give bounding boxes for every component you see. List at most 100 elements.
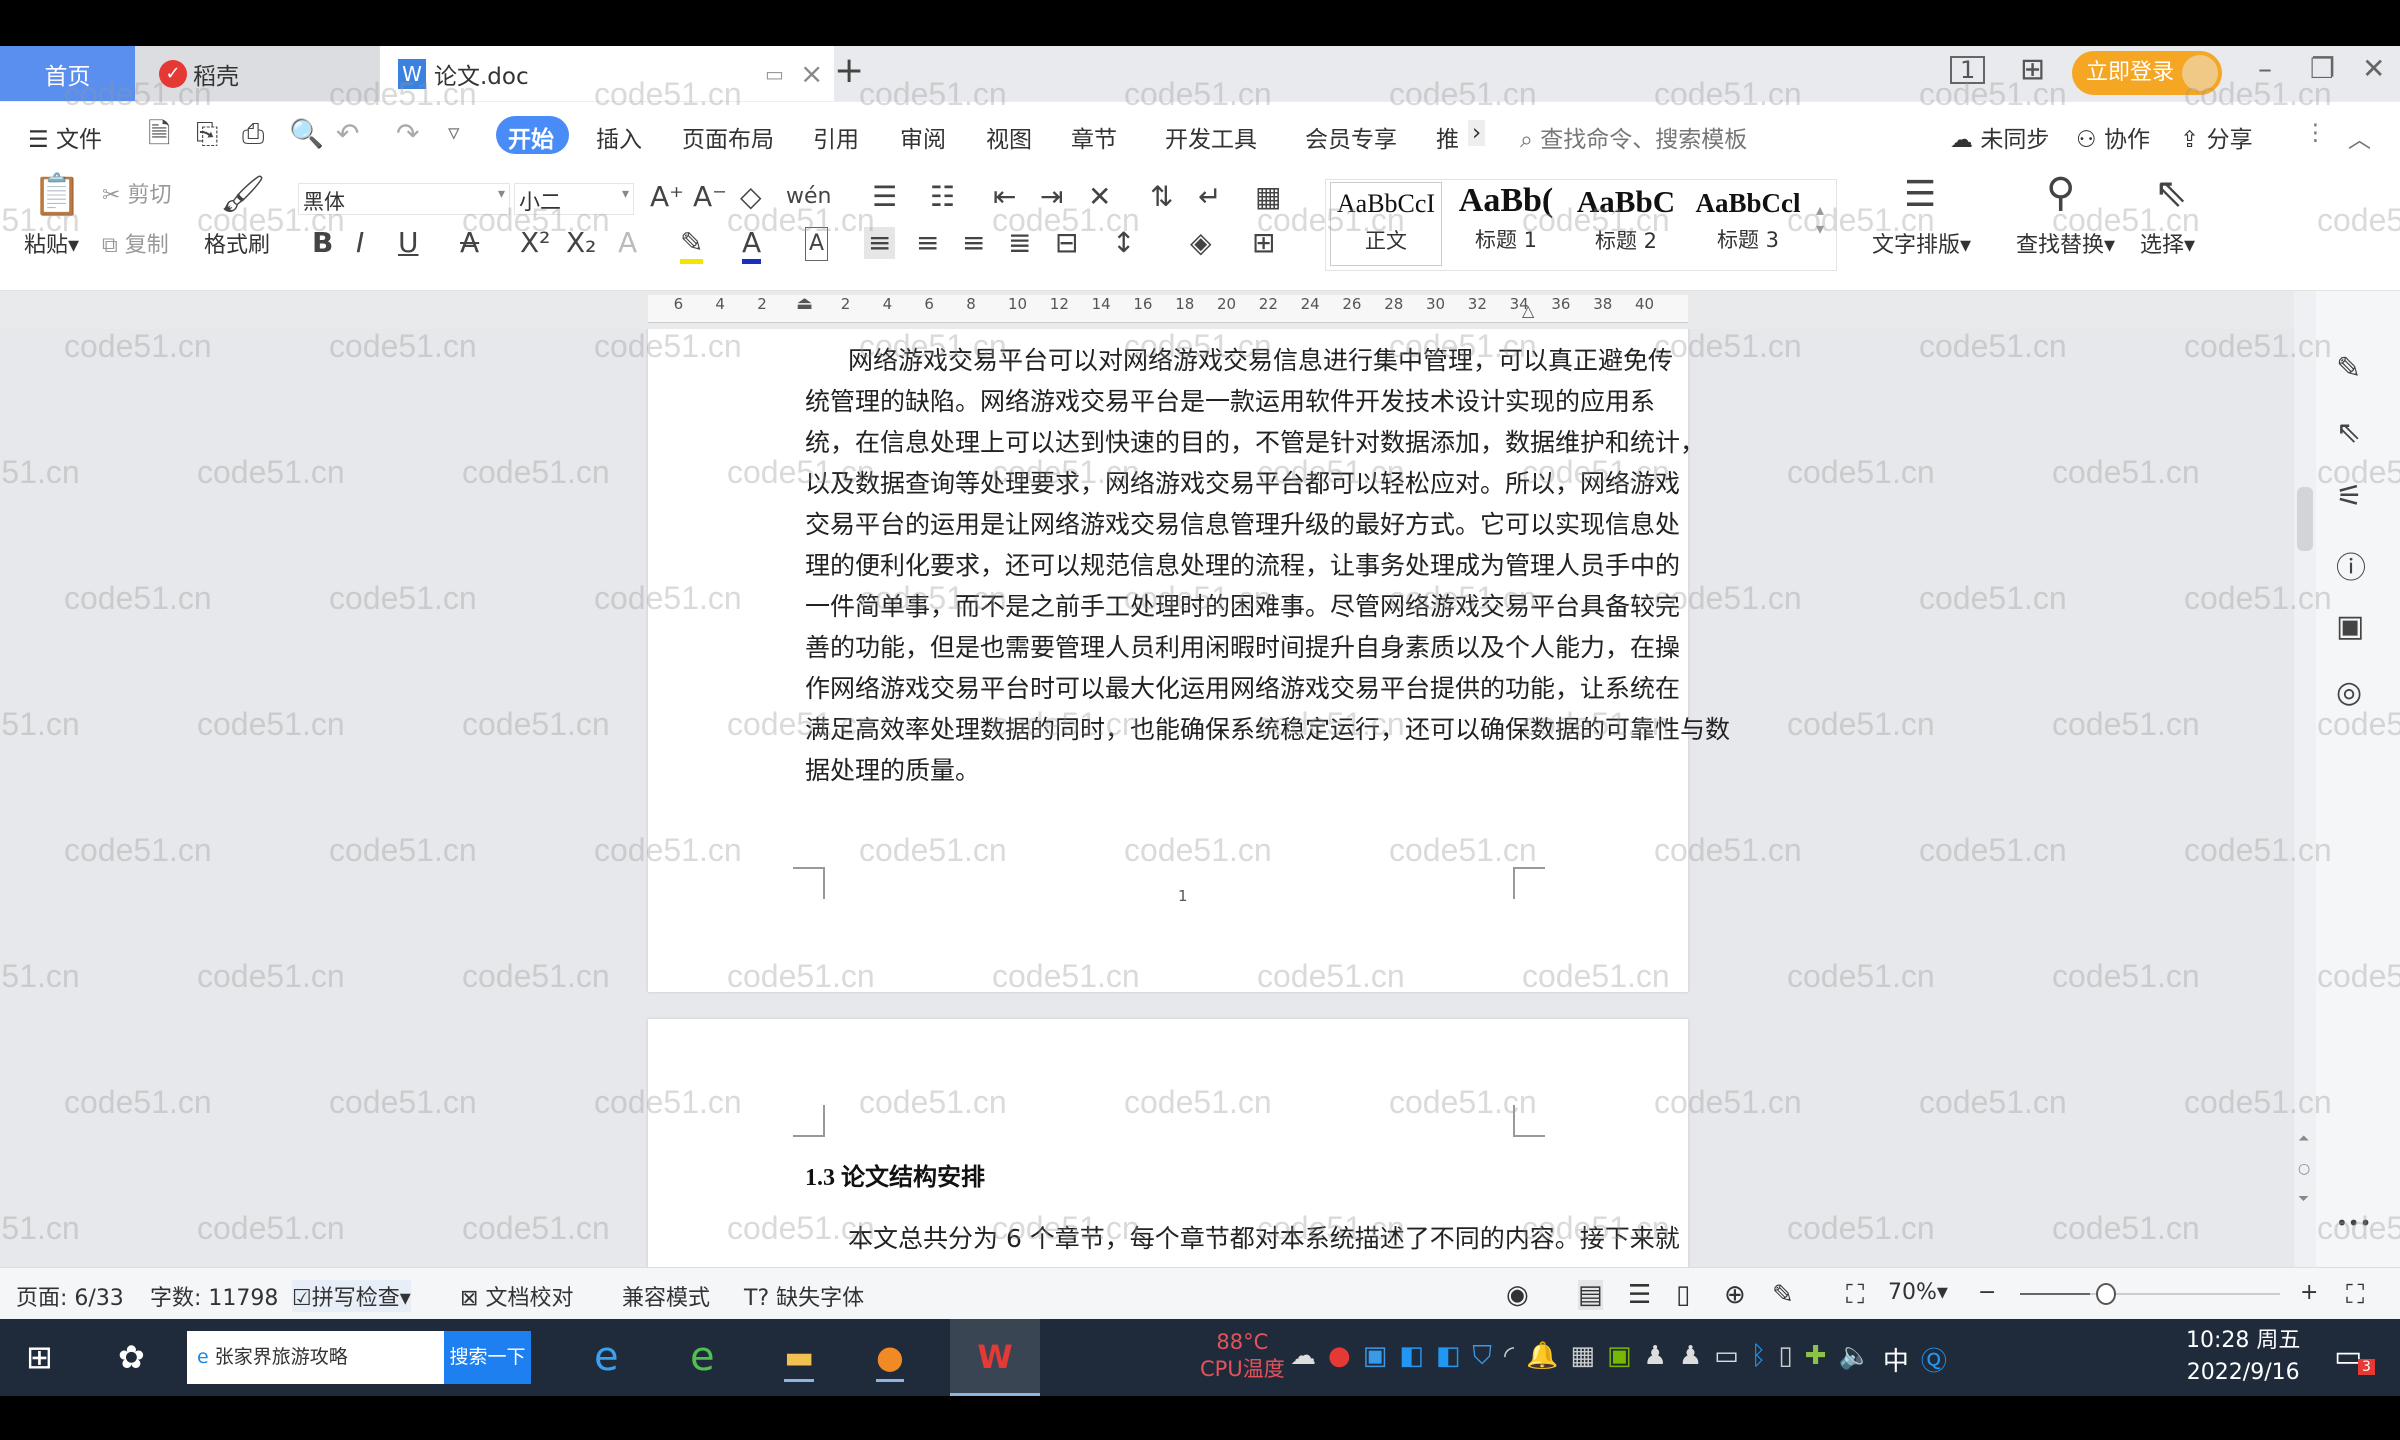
print-preview-icon[interactable]: 🔍 [289, 118, 324, 150]
collapse-ribbon-icon[interactable]: ︿ [2348, 120, 2371, 154]
help-icon[interactable]: ⓘ [2336, 543, 2366, 587]
file-explorer-icon[interactable]: ▬ [784, 1335, 815, 1382]
clear-format-icon[interactable]: ◇ [740, 181, 762, 213]
usb-icon[interactable]: ▯ [1778, 1341, 1792, 1378]
format-painter-button[interactable]: 格式刷 [204, 231, 270, 261]
subscript-icon[interactable]: X₂ [566, 227, 596, 259]
line-spacing-icon[interactable]: ↕ [1112, 227, 1135, 259]
wps-taskbar-icon[interactable]: W [950, 1319, 1040, 1396]
char-border-icon[interactable]: A [805, 227, 829, 261]
shrink-font-icon[interactable]: A⁻ [693, 181, 727, 213]
prev-page-icon[interactable]: ⏶ [2298, 1131, 2309, 1147]
borders-icon[interactable]: ⊞ [1252, 227, 1275, 259]
tab-start[interactable]: 开始 [508, 120, 554, 154]
qq-icon[interactable]: ♟ [1679, 1341, 1702, 1378]
bullet-list-icon[interactable]: ☰ [872, 181, 897, 213]
page-1[interactable]: 网络游戏交易平台可以对网络游戏交易信息进行集中管理，可以真正避免传 统管理的缺陷。… [648, 329, 1730, 992]
style-heading-3[interactable]: AaBbCcl 标题 3 [1686, 182, 1810, 266]
page-indicator[interactable]: 页面: 6/33 [16, 1280, 124, 1312]
volume-icon[interactable]: 🔈 [1838, 1341, 1870, 1378]
sync-button[interactable]: ☁ 未同步 [1950, 120, 2049, 154]
scrollbar-thumb[interactable] [2297, 487, 2313, 551]
tray-app-icon[interactable]: ◧ [1399, 1341, 1424, 1378]
sort-icon[interactable]: ⇅ [1150, 181, 1173, 213]
bell-icon[interactable]: 🔔 [1526, 1341, 1558, 1378]
text-layout-icon[interactable]: ☰ [1904, 177, 1936, 213]
web-view-icon[interactable]: ⊕ [1724, 1280, 1746, 1310]
zoom-in-button[interactable]: + [2300, 1280, 2318, 1305]
style-heading-1[interactable]: AaBb( 标题 1 [1446, 182, 1566, 266]
new-tab-button[interactable]: + [834, 50, 864, 91]
select-browse-icon[interactable]: ○ [2298, 1161, 2310, 1177]
reading-view-icon[interactable]: ▯ [1676, 1280, 1690, 1310]
justify-icon[interactable]: ≣ [1008, 227, 1031, 259]
tray-app-icon[interactable]: ● [1328, 1341, 1351, 1378]
share-button[interactable]: ⇪ 分享 [2180, 120, 2253, 154]
start-menu-icon[interactable]: ⊞ [26, 1335, 53, 1379]
select-button[interactable]: 选择▾ [2140, 231, 2195, 261]
text-effect-icon[interactable]: A [618, 227, 637, 259]
layout-icon[interactable]: 1 [1950, 56, 1986, 84]
tab-references[interactable]: 引用 [813, 120, 859, 154]
decrease-indent-icon[interactable]: ⇤ [993, 181, 1016, 213]
font-name-select[interactable]: 黑体 ▾ [298, 183, 510, 215]
search-tray-icon[interactable]: Ⓠ [1921, 1341, 1947, 1378]
format-painter-icon[interactable]: 🖌 [220, 177, 266, 213]
increase-indent-icon[interactable]: ⇥ [1040, 181, 1063, 213]
customize-dropdown-icon[interactable]: ▿ [448, 120, 460, 146]
styles-scroll-icon[interactable]: ▴ ▾ [1816, 200, 1824, 238]
tray-app-icon[interactable]: ✚ [1805, 1341, 1827, 1378]
italic-icon[interactable]: I [356, 227, 364, 259]
pin-icon[interactable]: ▭ [765, 62, 784, 86]
shield-icon[interactable]: ⛉ [1472, 1341, 1492, 1378]
copy-button[interactable]: ⧉ 复制 [102, 231, 169, 261]
zoom-slider[interactable] [2020, 1283, 2280, 1305]
spell-check-button[interactable]: ☑拼写检查▾ [292, 1280, 411, 1312]
bold-icon[interactable]: B [312, 227, 333, 259]
360-browser-icon[interactable]: e [690, 1335, 715, 1379]
eye-protection-icon[interactable]: ◉ [1506, 1280, 1529, 1310]
export-pdf-icon[interactable]: ⎘ [196, 118, 218, 150]
file-menu[interactable]: ☰ 文件 [28, 120, 102, 154]
tab-home[interactable]: 首页 [0, 46, 135, 101]
zoom-select[interactable]: 70%▾ [1888, 1280, 1948, 1305]
more-options-icon[interactable]: ⋮ [2304, 120, 2327, 146]
shading-icon[interactable]: ◈ [1190, 227, 1212, 259]
nvidia-icon[interactable]: ▣ [1607, 1341, 1632, 1378]
battery-icon[interactable]: ▭ [1714, 1341, 1739, 1378]
redo-icon[interactable]: ↷ [396, 118, 419, 150]
command-search-input[interactable]: ⌕ 查找命令、搜索模板 [1520, 120, 1747, 154]
tab-insert[interactable]: 插入 [596, 120, 642, 154]
page-2[interactable]: 1.3 论文结构安排 本文总共分为 6 个章节，每个章节都对本系统描述了不同的内… [648, 1019, 1688, 1267]
apps-grid-icon[interactable]: ⊞ [2020, 52, 2045, 87]
next-page-icon[interactable]: ⏷ [2298, 1191, 2309, 1207]
tab-developer[interactable]: 开发工具 [1165, 120, 1257, 154]
font-color-icon[interactable]: A [742, 227, 762, 264]
tab-page-layout[interactable]: 页面布局 [682, 120, 774, 154]
align-center-icon[interactable]: ≡ [916, 227, 939, 259]
underline-icon[interactable]: U [398, 227, 419, 259]
write-mode-icon[interactable]: ✎ [1772, 1280, 1794, 1310]
tray-app-icon[interactable]: ▣ [1363, 1341, 1388, 1378]
tab-member[interactable]: 会员专享 [1305, 120, 1397, 154]
image-tools-icon[interactable]: ▣ [2336, 609, 2364, 644]
tab-chapter[interactable]: 章节 [1071, 120, 1117, 154]
close-window-button[interactable]: ✕ [2362, 52, 2385, 85]
zoom-slider-handle[interactable] [2096, 1283, 2116, 1305]
tab-review[interactable]: 审阅 [900, 120, 946, 154]
pen-icon[interactable]: ✎ [2336, 351, 2361, 386]
input-method-indicator[interactable]: 中 [1883, 1341, 1909, 1378]
missing-font-button[interactable]: T? 缺失字体 [744, 1280, 864, 1312]
bluetooth-icon[interactable]: ᛒ [1751, 1341, 1767, 1378]
horizontal-ruler[interactable]: ⏏ △ 6 4 2 2 4 6 8 10 12 14 16 18 20 22 24 26 28 30 32 34 36 3… [0, 291, 2294, 329]
taskbar-search-button[interactable]: 搜索一下 [444, 1331, 531, 1384]
settings-sliders-icon[interactable]: ⚟ [2336, 479, 2363, 514]
show-marks-icon[interactable]: ↵ [1198, 181, 1221, 213]
weather-icon[interactable]: ☁ [1290, 1341, 1316, 1378]
style-heading-2[interactable]: AaBbC 标题 2 [1566, 182, 1686, 266]
document-canvas[interactable]: 网络游戏交易平台可以对网络游戏交易信息进行集中管理，可以真正避免传 统管理的缺陷。… [0, 329, 2294, 1267]
select-cursor-icon[interactable]: ⇖ [2336, 415, 2361, 450]
page-view-icon[interactable]: ▤ [1578, 1280, 1603, 1310]
undo-icon[interactable]: ↶ [336, 118, 359, 150]
app-360-icon[interactable]: ✿ [118, 1335, 145, 1379]
